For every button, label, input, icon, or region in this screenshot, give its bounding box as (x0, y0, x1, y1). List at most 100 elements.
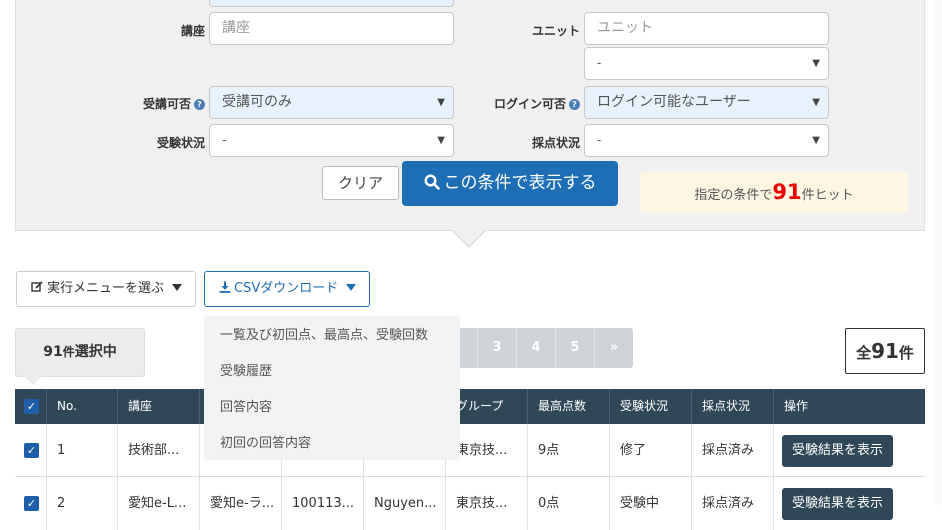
hit-count-box: 指定の条件で91件ヒット (640, 172, 908, 213)
csv-download-label: CSVダウンロード (234, 281, 339, 296)
grading-status-label: 採点状況 (531, 136, 580, 150)
chevron-down-icon: ▼ (812, 135, 820, 146)
header-exam-status[interactable]: 受験状況 (610, 389, 692, 424)
exam-status-value: - (222, 133, 227, 147)
login-label: ログイン可否? (470, 95, 580, 112)
csv-download-button[interactable]: CSVダウンロード (204, 271, 370, 307)
csv-menu-item-history[interactable]: 受験履歴 (204, 354, 460, 390)
caret-down-icon (346, 284, 357, 291)
cell-operation: 受験結果を表示 (774, 477, 925, 530)
csv-dropdown-menu: 一覧及び初回点、最高点、受験回数 受験履歴 回答内容 初回の回答内容 (204, 316, 460, 460)
chevron-down-icon: ▼ (437, 135, 445, 146)
course-input[interactable]: 講座 (209, 12, 454, 45)
selected-unit: 件 (62, 345, 75, 359)
checkbox-checked-icon[interactable]: ✓ (24, 496, 39, 511)
enroll-label-text: 受講可否 (142, 97, 191, 111)
cell-group: 東京技... (446, 477, 528, 530)
enroll-select[interactable]: 受講可のみ ▼ (209, 86, 454, 119)
cell-no: 1 (47, 424, 118, 476)
course-placeholder: 講座 (222, 20, 250, 36)
header-operation: 操作 (784, 399, 809, 413)
cell-max-score: 0点 (528, 477, 610, 530)
cell-exam-status: 受験中 (610, 477, 692, 530)
selected-count-badge: 91件選択中 (15, 328, 145, 377)
total-prefix: 全 (856, 344, 872, 362)
header-no[interactable]: No. (47, 389, 118, 424)
table-row: ✓ 1 技術部... 東京技... 9点 修了 採点済み 受験結果を表示 (15, 424, 925, 477)
cell-operation: 受験結果を表示 (774, 424, 925, 476)
search-button[interactable]: この条件で表示する (402, 161, 618, 206)
download-icon (219, 281, 231, 293)
search-button-label: この条件で表示する (443, 173, 597, 193)
csv-menu-item-answers[interactable]: 回答内容 (204, 390, 460, 426)
unit-label: ユニット (531, 24, 580, 38)
login-label-text: ログイン可否 (493, 97, 566, 111)
enroll-label: 受講可否? (120, 95, 205, 112)
view-result-button[interactable]: 受験結果を表示 (782, 487, 894, 520)
cell-max-score: 9点 (528, 424, 610, 476)
total-unit: 件 (898, 344, 914, 362)
cell-course: 技術部... (118, 424, 200, 476)
csv-menu-item-first-answers[interactable]: 初回の回答内容 (204, 426, 460, 462)
view-result-button[interactable]: 受験結果を表示 (782, 434, 894, 467)
header-max-score[interactable]: 最高点数 (528, 389, 610, 424)
hit-prefix: 指定の条件で (694, 188, 773, 203)
table-header-row: ✓ No. 講座 グループ 最高点数 受験状況 採点状況 操作 (15, 389, 925, 424)
header-select-all[interactable]: ✓ (15, 389, 47, 424)
badge-pointer (24, 376, 42, 385)
enroll-select-value: 受講可のみ (222, 94, 292, 110)
row-select[interactable]: ✓ (15, 424, 47, 476)
checkbox-checked-icon[interactable]: ✓ (24, 399, 39, 414)
selected-label: 選択中 (74, 344, 117, 360)
pagination: 3 4 5 » (440, 328, 633, 368)
cell-exam-status: 修了 (610, 424, 692, 476)
hit-count: 91 (772, 180, 802, 204)
page-item-5[interactable]: 5 (555, 328, 594, 368)
checkbox-checked-icon[interactable]: ✓ (24, 443, 39, 458)
unit-placeholder: ユニット (597, 20, 653, 36)
unit-select[interactable]: - ▼ (584, 47, 829, 80)
exam-status-select[interactable]: - ▼ (209, 124, 454, 157)
login-select[interactable]: ログイン可能なユーザー ▼ (584, 86, 829, 119)
total-count: 91 (871, 339, 899, 363)
search-icon (423, 174, 440, 190)
chevron-down-icon: ▼ (812, 58, 820, 69)
page-next[interactable]: » (594, 328, 633, 368)
help-icon[interactable]: ? (569, 99, 580, 110)
total-count-box: 全91件 (845, 328, 925, 374)
selected-count: 91 (43, 344, 63, 360)
panel-pointer-fill (453, 230, 485, 246)
unit-input[interactable]: ユニット (584, 12, 829, 45)
header-grading-status[interactable]: 採点状況 (692, 389, 774, 424)
grading-status-select[interactable]: - ▼ (584, 124, 829, 157)
page-item-3[interactable]: 3 (477, 328, 516, 368)
edit-icon (31, 281, 43, 292)
top-field-partial[interactable] (209, 0, 454, 7)
cell-no: 2 (47, 477, 118, 530)
cell-grading-status: 採点済み (692, 477, 774, 530)
cell-col5: Nguyen... (364, 477, 446, 530)
clear-button[interactable]: クリア (322, 166, 399, 200)
cell-col4: 100113... (282, 477, 364, 530)
unit-select-value: - (597, 56, 602, 70)
hit-suffix: 件ヒット (801, 188, 854, 203)
caret-down-icon (172, 284, 183, 291)
row-select[interactable]: ✓ (15, 477, 47, 530)
chevron-down-icon: ▼ (437, 97, 445, 108)
help-icon[interactable]: ? (194, 99, 205, 110)
action-menu-label: 実行メニューを選ぶ (47, 281, 165, 296)
cell-course: 愛知e-L... (118, 477, 200, 530)
scrollbar[interactable] (934, 0, 942, 505)
header-course[interactable]: 講座 (118, 389, 200, 424)
chevron-down-icon: ▼ (812, 97, 820, 108)
exam-status-label: 受験状況 (156, 136, 205, 150)
cell-grading-status: 採点済み (692, 424, 774, 476)
table-row: ✓ 2 愛知e-L... 愛知e-ラ... 100113... Nguyen..… (15, 477, 925, 530)
login-select-value: ログイン可能なユーザー (597, 94, 751, 110)
cell-col3: 愛知e-ラ... (200, 477, 282, 530)
action-menu-button[interactable]: 実行メニューを選ぶ (16, 271, 196, 307)
grading-status-value: - (597, 133, 602, 147)
csv-menu-item-summary[interactable]: 一覧及び初回点、最高点、受験回数 (204, 318, 460, 354)
page-item-4[interactable]: 4 (516, 328, 555, 368)
course-label: 講座 (180, 24, 205, 38)
